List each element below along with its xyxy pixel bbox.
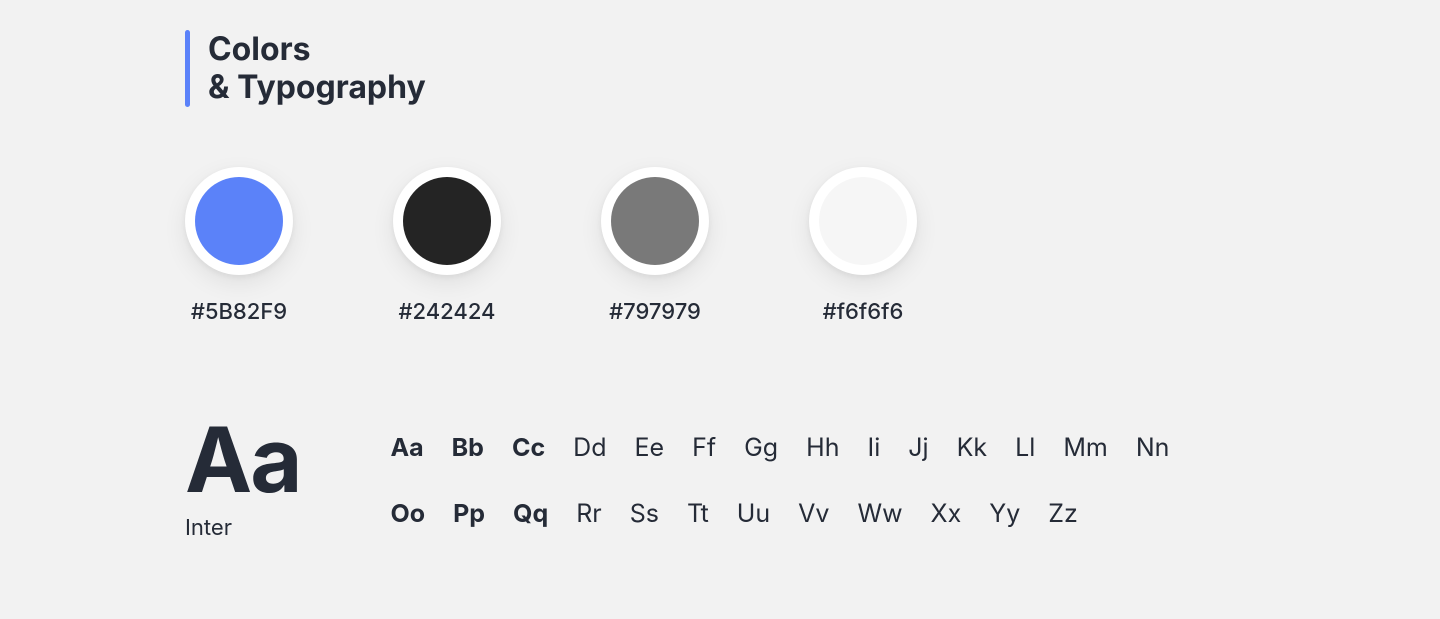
heading-line-1: Colors [208, 30, 426, 68]
alphabet-row-1: Aa Bb Cc Dd Ee Ff Gg Hh Ii Jj Kk Ll Mm N… [390, 433, 1169, 463]
glyph: Ss [630, 499, 659, 529]
swatch-fill [195, 177, 283, 265]
glyph: Ll [1015, 433, 1035, 463]
glyph: Pp [453, 499, 485, 529]
swatch-label: #5B82F9 [191, 299, 287, 325]
section-heading: Colors & Typography [185, 30, 1255, 107]
glyph: Mm [1063, 433, 1107, 463]
type-sample: Aa Inter [185, 415, 300, 541]
glyph: Aa [390, 433, 423, 463]
glyph: Ww [857, 499, 902, 529]
color-swatch: #5B82F9 [185, 167, 293, 325]
glyph: Oo [390, 499, 425, 529]
swatch-fill [403, 177, 491, 265]
glyph: Xx [931, 499, 962, 529]
typography-section: Aa Inter Aa Bb Cc Dd Ee Ff Gg Hh Ii Jj K… [185, 415, 1255, 541]
glyph: Nn [1136, 433, 1170, 463]
swatch-ring [185, 167, 293, 275]
glyph: Qq [513, 499, 548, 529]
swatch-label: #f6f6f6 [823, 299, 904, 325]
sample-glyph: Aa [185, 415, 300, 505]
glyph: Ee [635, 433, 665, 463]
color-swatches: #5B82F9 #242424 #797979 #f6f6f6 [185, 167, 1255, 325]
swatch-fill [611, 177, 699, 265]
color-swatch: #f6f6f6 [809, 167, 917, 325]
glyph: Hh [806, 433, 839, 463]
alphabet: Aa Bb Cc Dd Ee Ff Gg Hh Ii Jj Kk Ll Mm N… [390, 415, 1169, 529]
glyph: Bb [452, 433, 484, 463]
glyph: Ii [868, 433, 881, 463]
glyph: Dd [573, 433, 606, 463]
glyph: Ff [692, 433, 716, 463]
color-swatch: #242424 [393, 167, 501, 325]
heading-text: Colors & Typography [208, 30, 426, 107]
font-name: Inter [185, 515, 300, 541]
glyph: Vv [798, 499, 829, 529]
glyph: Tt [687, 499, 709, 529]
glyph: Yy [989, 499, 1020, 529]
heading-line-2: & Typography [208, 68, 426, 106]
glyph: Gg [744, 433, 778, 463]
glyph: Jj [908, 433, 928, 463]
glyph: Zz [1048, 499, 1078, 529]
swatch-label: #242424 [398, 299, 495, 325]
swatch-ring [393, 167, 501, 275]
glyph: Kk [957, 433, 988, 463]
accent-bar [185, 30, 190, 107]
swatch-fill [819, 177, 907, 265]
alphabet-row-2: Oo Pp Qq Rr Ss Tt Uu Vv Ww Xx Yy Zz [390, 499, 1169, 529]
color-swatch: #797979 [601, 167, 709, 325]
swatch-ring [809, 167, 917, 275]
glyph: Uu [737, 499, 770, 529]
glyph: Rr [576, 499, 602, 529]
swatch-label: #797979 [609, 299, 701, 325]
glyph: Cc [512, 433, 545, 463]
swatch-ring [601, 167, 709, 275]
